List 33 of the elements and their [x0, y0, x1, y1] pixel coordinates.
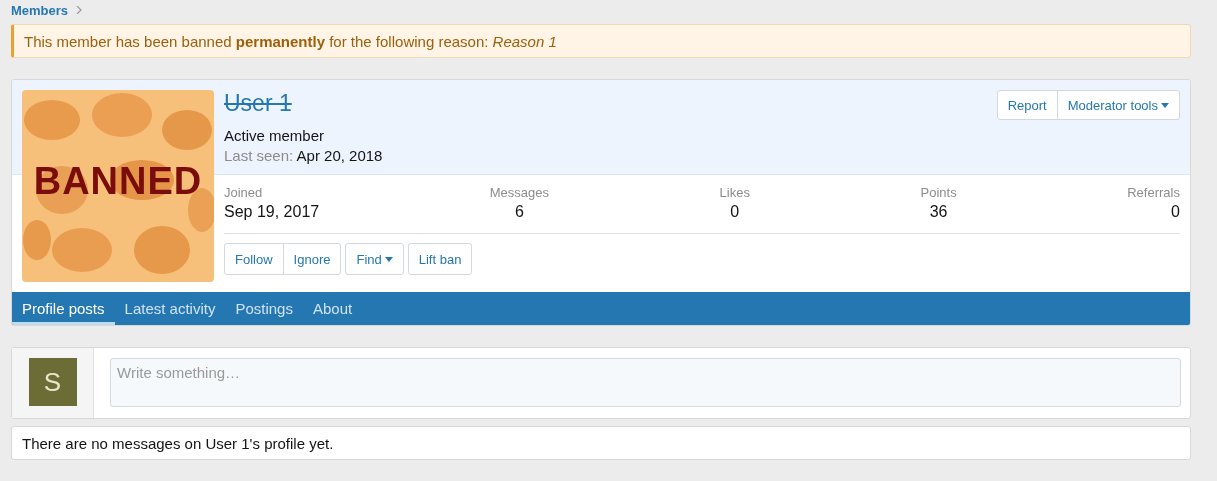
button[interactable]: Ignore — [282, 244, 341, 274]
button[interactable]: Follow — [225, 244, 283, 274]
stat-label: Referrals — [1127, 185, 1180, 200]
user-avatar: S — [28, 358, 77, 406]
empty-message: There are no messages on User 1's profile yet. — [11, 426, 1191, 460]
stat-label: Messages — [489, 185, 549, 200]
dropdown-button[interactable]: Find — [346, 244, 403, 274]
stat-value: 0 — [730, 203, 740, 221]
banned-label: BANNED — [32, 160, 204, 203]
tab[interactable]: Postings — [225, 292, 303, 325]
stat-label: Joined — [224, 185, 263, 200]
button[interactable]: Report — [997, 91, 1057, 119]
last-seen-label: Last seen: — [224, 147, 294, 164]
stat-value: Sep 19, 2017 — [224, 203, 320, 221]
caret-icon — [1161, 102, 1169, 108]
tab[interactable]: About — [302, 292, 363, 325]
input-field[interactable]: Write something… — [110, 358, 1181, 407]
button[interactable]: Lift ban — [408, 244, 472, 274]
stat-label: Likes — [719, 185, 750, 200]
chevron-icon — [76, 6, 83, 14]
last-seen-date: Apr 20, 2018 — [296, 147, 383, 164]
dropdown-button[interactable]: Moderator tools — [1056, 91, 1179, 119]
stat-value: 36 — [929, 203, 948, 221]
tab[interactable]: Latest activity — [114, 292, 226, 325]
caret-icon — [384, 256, 393, 262]
stat-label: Points — [920, 185, 957, 200]
breadcrumb-link[interactable]: Members — [11, 2, 69, 18]
stat-value: 0 — [1171, 203, 1180, 221]
user-name[interactable]: User 1 — [224, 90, 292, 116]
stat-value: 6 — [514, 203, 524, 221]
ban-notice: This member has been banned permanently for the following reason: Reason 1 — [11, 24, 1191, 58]
user-title: Active member — [224, 127, 326, 144]
tab[interactable]: Profile posts — [12, 292, 115, 325]
